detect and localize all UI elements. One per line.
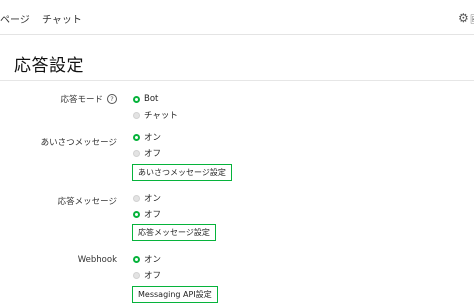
help-icon[interactable]: ? — [107, 94, 117, 104]
greeting-off-radio[interactable]: オフ — [133, 148, 162, 159]
tab-page[interactable]: ページ — [0, 11, 30, 26]
radio-selected-icon[interactable] — [133, 133, 140, 141]
page-title: 応答設定 — [14, 56, 84, 76]
radio-unselected-icon[interactable] — [133, 194, 140, 202]
title-divider — [0, 80, 474, 81]
greeting-message-label: あいさつメッセージ — [40, 138, 117, 148]
webhook-label: Webhook — [77, 255, 117, 265]
response-mode-label-text: 応答モード — [60, 95, 103, 105]
nav-settings[interactable]: ⚙🖼 — [458, 11, 474, 25]
radio-unselected-icon[interactable] — [133, 271, 140, 279]
gear-icon[interactable]: ⚙ — [458, 11, 469, 25]
radio-selected-icon[interactable] — [133, 255, 140, 263]
response-mode-bot-radio[interactable]: Bot — [133, 94, 158, 104]
auto-response-off-radio[interactable]: オフ — [133, 209, 162, 220]
auto-response-label: 応答メッセージ — [57, 197, 117, 207]
auto-response-on-radio[interactable]: オン — [133, 193, 162, 204]
radio-selected-icon[interactable] — [133, 210, 140, 218]
response-mode-label: 応答モード? — [60, 93, 117, 105]
option-label: オフ — [144, 210, 162, 220]
webhook-on-radio[interactable]: オン — [133, 254, 162, 265]
response-mode-chat-radio[interactable]: チャット — [133, 110, 178, 121]
option-label: オン — [144, 133, 162, 143]
webhook-off-radio[interactable]: オフ — [133, 270, 162, 281]
radio-unselected-icon[interactable] — [133, 111, 140, 119]
option-label: オフ — [144, 271, 162, 281]
option-label: チャット — [144, 111, 178, 121]
greeting-on-radio[interactable]: オン — [133, 132, 162, 143]
top-nav: ページ チャット ⚙🖼 — [0, 0, 474, 35]
option-label: オン — [144, 255, 162, 265]
greeting-settings-button[interactable]: あいさつメッセージ設定 — [132, 164, 232, 181]
option-label: Bot — [144, 94, 159, 104]
radio-selected-icon[interactable] — [133, 95, 140, 103]
auto-response-settings-button[interactable]: 応答メッセージ設定 — [132, 224, 216, 241]
messaging-api-settings-button[interactable]: Messaging API設定 — [132, 286, 218, 303]
tab-chat[interactable]: チャット — [42, 11, 82, 26]
option-label: オン — [144, 194, 162, 204]
nav-right-cut-text: 🖼 — [470, 15, 474, 25]
radio-unselected-icon[interactable] — [133, 149, 140, 157]
option-label: オフ — [144, 149, 162, 159]
